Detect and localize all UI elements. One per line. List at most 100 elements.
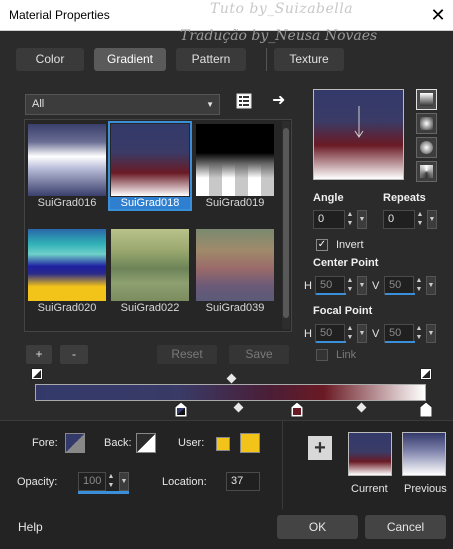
center-h-label: H xyxy=(304,280,312,292)
gradient-thumb-suigrad016[interactable]: SuiGrad016 xyxy=(27,123,107,209)
center-v-dropdown[interactable]: ▼ xyxy=(426,276,436,295)
location-input[interactable]: 37 xyxy=(226,472,260,491)
fore-label: Fore: xyxy=(32,437,58,449)
focal-v-value: 50 xyxy=(389,327,402,339)
sunburst-style-button[interactable] xyxy=(416,137,437,158)
center-v-spinner[interactable]: ▲ ▼ xyxy=(414,276,424,295)
link-checkbox[interactable] xyxy=(316,349,328,361)
opacity-input[interactable]: 100 xyxy=(78,472,106,491)
center-h-spinner[interactable]: ▲ ▼ xyxy=(345,276,355,295)
sunburst-gradient-icon xyxy=(420,141,433,154)
focal-v-dropdown[interactable]: ▼ xyxy=(426,324,436,343)
invert-checkbox[interactable]: ✓ xyxy=(316,239,328,251)
user-color-radio[interactable] xyxy=(216,437,230,451)
user-color-swatch[interactable] xyxy=(240,433,260,453)
tab-pattern[interactable]: Pattern xyxy=(176,48,246,71)
gradient-swatch xyxy=(28,124,106,196)
color-stop-end[interactable] xyxy=(419,401,433,421)
opacity-dropdown[interactable]: ▼ xyxy=(119,472,129,491)
center-h-dropdown[interactable]: ▼ xyxy=(357,276,367,295)
center-v-input[interactable]: 50 xyxy=(384,276,415,295)
gradient-thumb-suigrad019[interactable]: SuiGrad019 xyxy=(195,123,275,209)
focal-v-spinner[interactable]: ▲ ▼ xyxy=(414,324,424,343)
rectangular-gradient-icon xyxy=(420,117,433,130)
list-view-icon[interactable] xyxy=(236,93,252,109)
focal-h-label: H xyxy=(304,328,312,340)
help-button[interactable]: Help xyxy=(18,520,43,534)
gradient-name: SuiGrad016 xyxy=(37,197,97,209)
gradient-direction-handle[interactable] xyxy=(353,106,365,140)
watermark-top: Tuto by_Suizabella xyxy=(210,1,354,17)
window-title: Material Properties xyxy=(9,8,110,22)
reset-button[interactable]: Reset xyxy=(157,345,217,364)
vertical-divider xyxy=(282,421,283,509)
opacity-spinner[interactable]: ▲ ▼ xyxy=(106,472,116,491)
center-point-label: Center Point xyxy=(313,257,379,269)
linear-style-button[interactable] xyxy=(416,89,437,110)
remove-gradient-button[interactable]: - xyxy=(60,345,88,364)
center-h-bar xyxy=(316,293,346,295)
tab-gradient[interactable]: Gradient xyxy=(94,48,166,71)
color-stop-1[interactable] xyxy=(174,401,188,421)
radial-style-button[interactable] xyxy=(416,161,437,182)
focal-h-spinner[interactable]: ▲ ▼ xyxy=(345,324,355,343)
back-label: Back: xyxy=(104,437,132,449)
gradient-swatch xyxy=(111,124,189,196)
linear-gradient-icon xyxy=(420,93,433,106)
ok-button[interactable]: OK xyxy=(277,515,358,539)
gradient-thumb-suigrad039[interactable]: SuiGrad039 xyxy=(195,228,275,314)
gradient-thumb-suigrad022[interactable]: SuiGrad022 xyxy=(110,228,190,314)
cancel-button[interactable]: Cancel xyxy=(365,515,446,539)
close-button[interactable]: ✕ xyxy=(428,5,448,25)
gradient-name: SuiGrad020 xyxy=(37,302,97,314)
add-stop-button[interactable]: + xyxy=(308,436,332,460)
repeats-input[interactable]: 0 xyxy=(383,210,415,229)
focal-h-bar xyxy=(316,341,346,343)
tab-color[interactable]: Color xyxy=(16,48,84,71)
previous-gradient-swatch[interactable] xyxy=(402,432,446,476)
invert-label: Invert xyxy=(336,239,364,251)
gradient-library-select[interactable]: All ▼ xyxy=(25,94,220,115)
back-color-swatch[interactable] xyxy=(136,433,156,453)
user-label: User: xyxy=(178,437,205,449)
library-select-value: All xyxy=(32,98,45,110)
focal-v-input[interactable]: 50 xyxy=(384,324,415,343)
focal-v-label: V xyxy=(372,328,380,340)
focal-h-dropdown[interactable]: ▼ xyxy=(357,324,367,343)
scrollbar-thumb[interactable] xyxy=(283,128,289,318)
gradient-editor-bar[interactable] xyxy=(35,384,426,401)
gradient-thumb-suigrad020[interactable]: SuiGrad020 xyxy=(27,228,107,314)
repeats-spinner[interactable]: ▲ ▼ xyxy=(415,210,425,229)
repeats-label: Repeats xyxy=(383,192,426,204)
focal-h-input[interactable]: 50 xyxy=(315,324,346,343)
save-gradient-button[interactable]: Save xyxy=(229,345,289,364)
opacity-value: 100 xyxy=(83,475,102,487)
focal-point-label: Focal Point xyxy=(313,305,373,317)
rectangular-style-button[interactable] xyxy=(416,113,437,134)
angle-spinner[interactable]: ▲ ▼ xyxy=(345,210,355,229)
add-gradient-button[interactable]: + xyxy=(26,345,52,364)
gradient-swatch xyxy=(111,229,189,301)
previous-label: Previous xyxy=(404,483,447,495)
location-label: Location: xyxy=(162,476,207,488)
gradient-swatch xyxy=(196,229,274,301)
fore-color-swatch[interactable] xyxy=(65,433,85,453)
end-midpoint-marker[interactable] xyxy=(420,368,432,382)
start-midpoint-marker[interactable] xyxy=(31,368,43,382)
radial-gradient-icon xyxy=(420,165,433,178)
tab-separator xyxy=(266,48,267,71)
center-v-bar xyxy=(385,293,415,295)
gradient-name: SuiGrad022 xyxy=(120,302,180,314)
opacity-slider-bar[interactable] xyxy=(78,491,129,494)
gradient-name: SuiGrad019 xyxy=(205,197,265,209)
arrow-right-icon[interactable]: ➜ xyxy=(272,93,288,109)
repeats-dropdown[interactable]: ▼ xyxy=(427,210,437,229)
color-stop-2[interactable] xyxy=(290,401,304,421)
angle-dropdown[interactable]: ▼ xyxy=(357,210,367,229)
center-h-input[interactable]: 50 xyxy=(315,276,346,295)
center-v-label: V xyxy=(372,280,380,292)
center-h-value: 50 xyxy=(320,279,333,291)
angle-input[interactable]: 0 xyxy=(313,210,345,229)
tab-texture[interactable]: Texture xyxy=(274,48,344,71)
gradient-thumb-suigrad018[interactable]: SuiGrad018 xyxy=(108,121,192,211)
